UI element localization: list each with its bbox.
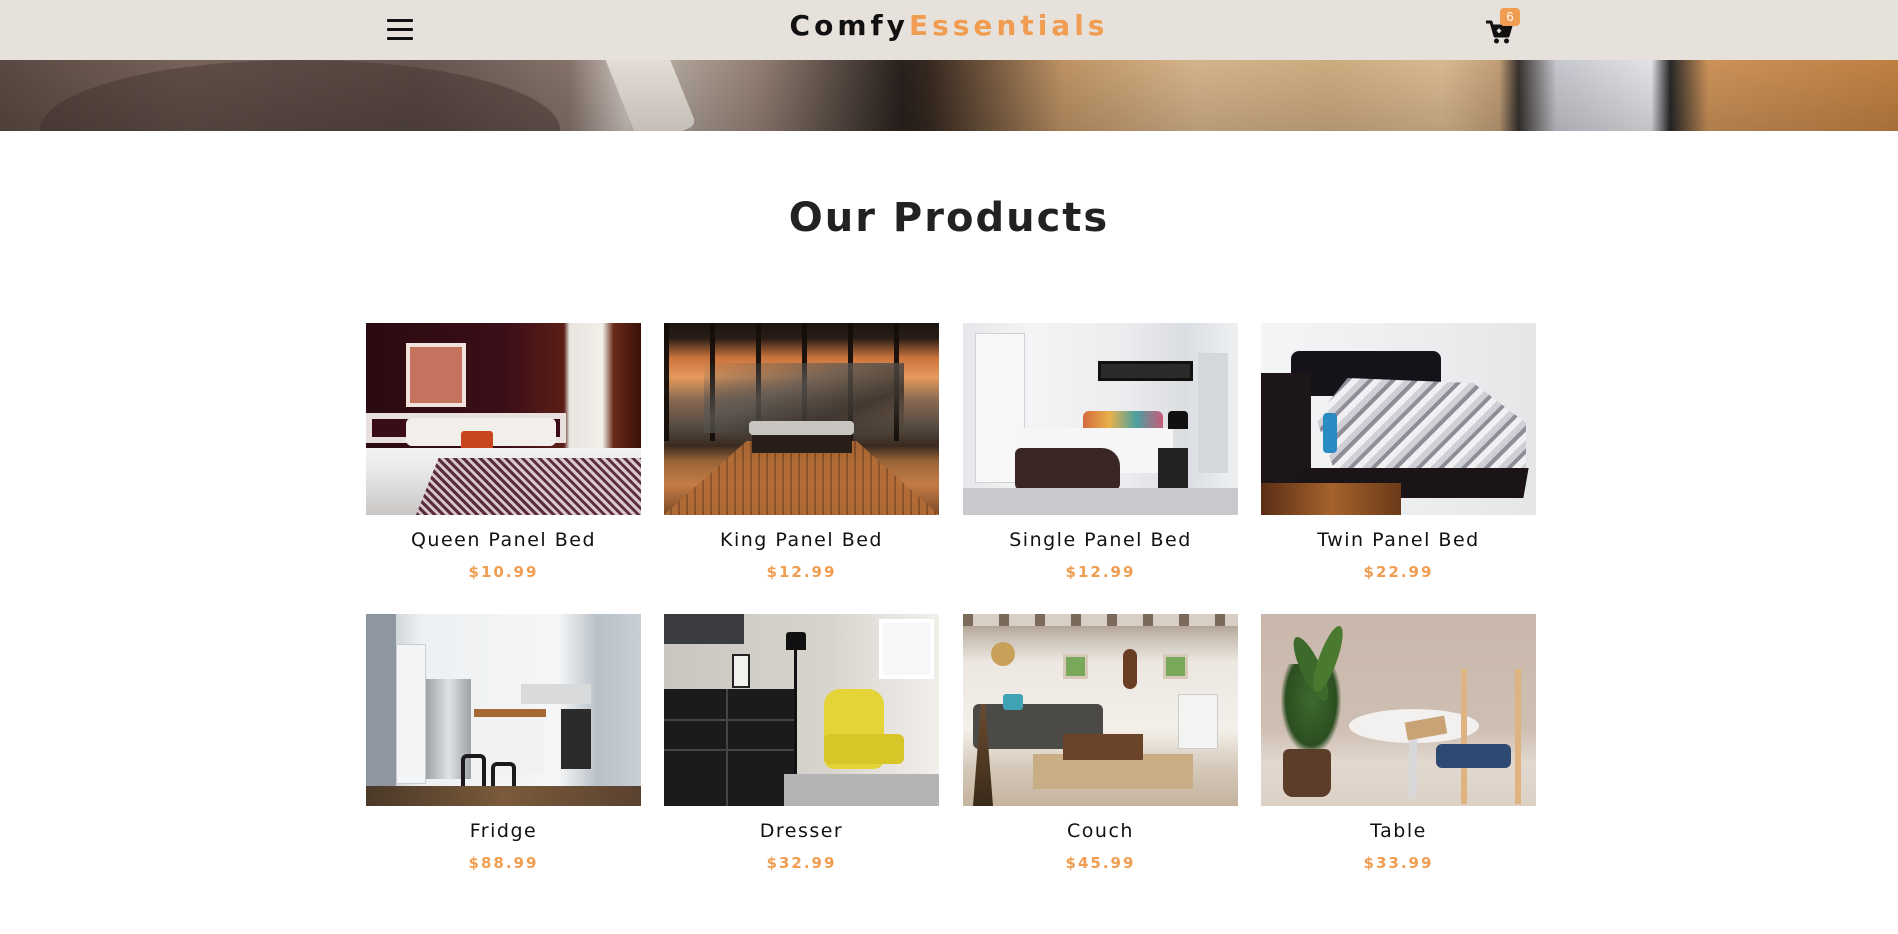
hero-banner-image [0,60,1898,131]
product-card: Twin Panel Bed $22.99 [1261,323,1536,581]
product-image-queen-panel-bed[interactable] [366,323,641,515]
brand-logo: ComfyEssentials [0,9,1898,42]
product-card: Fridge $88.99 [366,614,641,872]
product-image-twin-panel-bed[interactable] [1261,323,1536,515]
navbar: ComfyEssentials 6 [0,0,1898,60]
product-price: $33.99 [1363,854,1434,872]
product-name[interactable]: Fridge [366,820,641,842]
product-name[interactable]: Twin Panel Bed [1261,529,1536,551]
product-image-king-panel-bed[interactable] [664,323,939,515]
product-name[interactable]: Queen Panel Bed [366,529,641,551]
product-image-couch[interactable] [963,614,1238,806]
hamburger-menu-icon[interactable] [387,19,413,41]
product-image-fridge[interactable] [366,614,641,806]
product-name[interactable]: Couch [963,820,1238,842]
product-card: Queen Panel Bed $10.99 [366,323,641,581]
product-price: $10.99 [468,563,539,581]
product-name[interactable]: Dresser [664,820,939,842]
product-image-dresser[interactable] [664,614,939,806]
product-card: Couch $45.99 [963,614,1238,872]
product-image-table[interactable] [1261,614,1536,806]
product-image-single-panel-bed[interactable] [963,323,1238,515]
product-card: King Panel Bed $12.99 [664,323,939,581]
product-name[interactable]: Single Panel Bed [963,529,1238,551]
product-price: $22.99 [1363,563,1434,581]
product-card: Dresser $32.99 [664,614,939,872]
product-name[interactable]: King Panel Bed [664,529,939,551]
product-name[interactable]: Table [1261,820,1536,842]
product-price: $12.99 [1065,563,1136,581]
product-price: $12.99 [766,563,837,581]
product-price: $45.99 [1065,854,1136,872]
product-card: Single Panel Bed $12.99 [963,323,1238,581]
cart-count-badge: 6 [1500,8,1520,26]
product-price: $32.99 [766,854,837,872]
brand-name-part1: Comfy [789,9,909,42]
product-card: Table $33.99 [1261,614,1536,872]
brand-name-part2: Essentials [908,9,1109,42]
product-price: $88.99 [468,854,539,872]
products-section-title: Our Products [788,195,1110,241]
